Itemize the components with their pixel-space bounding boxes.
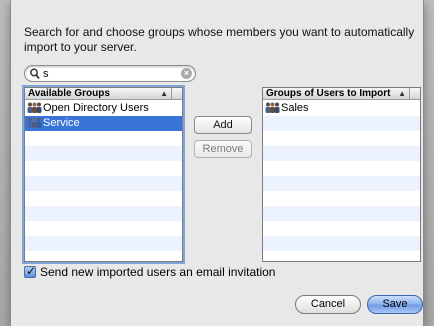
available-groups-header-label: Available Groups xyxy=(28,88,110,99)
group-icon xyxy=(265,102,280,113)
import-groups-rows: Sales xyxy=(263,101,420,261)
list-item-label: Sales xyxy=(281,102,309,114)
cancel-button[interactable]: Cancel xyxy=(295,295,361,314)
email-invitation-checkbox[interactable]: ✓ xyxy=(24,264,37,278)
search-field[interactable]: × xyxy=(24,65,196,82)
list-item[interactable]: Open Directory Users xyxy=(25,101,182,116)
import-groups-header[interactable]: Groups of Users to Import ▲ xyxy=(263,88,409,100)
instructions-text: Search for and choose groups whose membe… xyxy=(24,25,415,54)
email-invitation-label[interactable]: Send new imported users an email invitat… xyxy=(40,265,275,279)
header-corner xyxy=(171,88,182,100)
search-input[interactable] xyxy=(43,67,173,80)
available-groups-rows: Open Directory Users Service xyxy=(25,101,182,261)
import-groups-sheet: Search for and choose groups whose membe… xyxy=(10,0,424,326)
save-button[interactable]: Save xyxy=(367,295,423,314)
list-item-label: Open Directory Users xyxy=(43,102,149,114)
add-button[interactable]: Add xyxy=(194,116,252,134)
remove-button[interactable]: Remove xyxy=(194,140,252,158)
checkmark-icon: ✓ xyxy=(26,264,37,278)
magnifier-icon xyxy=(30,68,40,80)
group-icon xyxy=(27,117,42,128)
header-corner xyxy=(409,88,420,100)
sort-ascending-icon: ▲ xyxy=(398,89,406,98)
list-item-label: Service xyxy=(43,117,80,129)
sort-ascending-icon: ▲ xyxy=(160,89,168,98)
list-item[interactable]: Sales xyxy=(263,101,420,116)
import-groups-table[interactable]: Groups of Users to Import ▲ Sales xyxy=(262,87,421,262)
available-groups-table[interactable]: Available Groups ▲ Open Directory Users … xyxy=(24,87,183,262)
available-groups-header[interactable]: Available Groups ▲ xyxy=(25,88,171,100)
group-icon xyxy=(27,102,42,113)
clear-search-icon[interactable]: × xyxy=(181,68,192,79)
import-groups-header-label: Groups of Users to Import xyxy=(266,88,391,99)
list-item-selected[interactable]: Service xyxy=(25,116,182,131)
